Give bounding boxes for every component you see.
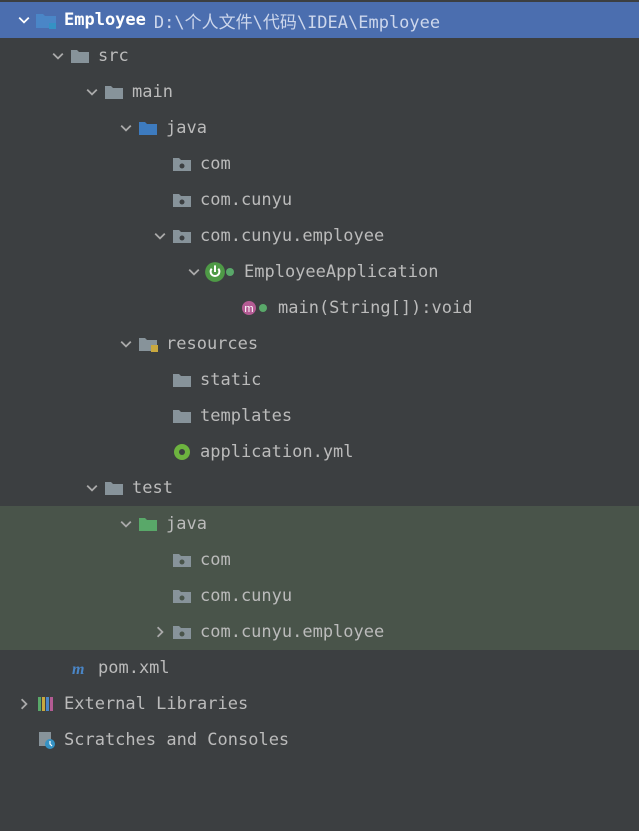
tree-node-java-test[interactable]: java: [0, 506, 639, 542]
static-label: static: [200, 370, 261, 390]
tree-node-test[interactable]: test: [0, 470, 639, 506]
templates-label: templates: [200, 406, 292, 426]
project-tree[interactable]: Employee D:\个人文件\代码\IDEA\Employee src ma…: [0, 0, 639, 758]
tree-node-java-main[interactable]: java: [0, 110, 639, 146]
src-label: src: [98, 46, 129, 66]
pkg-com-cunyu-employee-label: com.cunyu.employee: [200, 226, 384, 246]
folder-icon: [102, 84, 126, 100]
chevron-right-icon[interactable]: [150, 626, 170, 638]
package-icon: [170, 624, 194, 640]
spring-boot-class-icon: [204, 261, 238, 283]
libraries-icon: [34, 695, 58, 713]
svg-text:m: m: [72, 661, 84, 678]
root-path: D:\个人文件\代码\IDEA\Employee: [154, 8, 440, 33]
test-pkg-com-cunyu-label: com.cunyu: [200, 586, 292, 606]
svg-text:m: m: [244, 303, 253, 315]
tree-node-src[interactable]: src: [0, 38, 639, 74]
run-indicator-icon: [226, 268, 234, 276]
chevron-down-icon[interactable]: [150, 230, 170, 242]
ext-lib-label: External Libraries: [64, 694, 248, 714]
tree-node-resources[interactable]: resources: [0, 326, 639, 362]
tree-node-test-pkg-com-cunyu[interactable]: com.cunyu: [0, 578, 639, 614]
resources-label: resources: [166, 334, 258, 354]
chevron-right-icon[interactable]: [14, 698, 34, 710]
scratches-label: Scratches and Consoles: [64, 730, 289, 750]
tree-node-test-pkg-com[interactable]: com: [0, 542, 639, 578]
test-pkg-com-cunyu-employee-label: com.cunyu.employee: [200, 622, 384, 642]
chevron-down-icon[interactable]: [82, 86, 102, 98]
chevron-down-icon[interactable]: [48, 50, 68, 62]
pkg-com-cunyu-label: com.cunyu: [200, 190, 292, 210]
java-main-label: java: [166, 118, 207, 138]
package-icon: [170, 156, 194, 172]
run-indicator-icon: [259, 304, 267, 312]
pom-label: pom.xml: [98, 658, 170, 678]
tree-node-pkg-com[interactable]: com: [0, 146, 639, 182]
package-icon: [170, 552, 194, 568]
java-test-label: java: [166, 514, 207, 534]
test-label: test: [132, 478, 173, 498]
package-icon: [170, 588, 194, 604]
chevron-down-icon[interactable]: [184, 266, 204, 278]
method-icon: m: [238, 298, 272, 318]
method-main-label: main(String[]):void: [278, 298, 472, 318]
module-folder-icon: [34, 11, 58, 29]
class-employee-app-label: EmployeeApplication: [244, 262, 438, 282]
folder-icon: [170, 408, 194, 424]
tree-node-pkg-com-cunyu-employee[interactable]: com.cunyu.employee: [0, 218, 639, 254]
tree-node-method-main[interactable]: m main(String[]):void: [0, 290, 639, 326]
spring-config-icon: [170, 442, 194, 462]
chevron-down-icon[interactable]: [116, 338, 136, 350]
main-label: main: [132, 82, 173, 102]
tree-node-external-libraries[interactable]: External Libraries: [0, 686, 639, 722]
pkg-com-label: com: [200, 154, 231, 174]
resources-folder-icon: [136, 336, 160, 352]
app-yml-label: application.yml: [200, 442, 354, 462]
chevron-down-icon[interactable]: [82, 482, 102, 494]
chevron-down-icon[interactable]: [14, 14, 34, 26]
chevron-down-icon[interactable]: [116, 518, 136, 530]
tree-node-main[interactable]: main: [0, 74, 639, 110]
tree-node-pkg-com-cunyu[interactable]: com.cunyu: [0, 182, 639, 218]
package-icon: [170, 192, 194, 208]
scratches-icon: [34, 730, 58, 750]
folder-icon: [102, 480, 126, 496]
test-pkg-com-label: com: [200, 550, 231, 570]
tree-node-root[interactable]: Employee D:\个人文件\代码\IDEA\Employee: [0, 2, 639, 38]
folder-icon: [170, 372, 194, 388]
chevron-down-icon[interactable]: [116, 122, 136, 134]
folder-icon: [68, 48, 92, 64]
tree-node-scratches[interactable]: Scratches and Consoles: [0, 722, 639, 758]
tree-node-templates[interactable]: templates: [0, 398, 639, 434]
tree-node-pom[interactable]: m pom.xml: [0, 650, 639, 686]
root-label: Employee: [64, 10, 146, 30]
tree-node-test-pkg-com-cunyu-employee[interactable]: com.cunyu.employee: [0, 614, 639, 650]
maven-icon: m: [68, 658, 92, 678]
tree-node-app-yml[interactable]: application.yml: [0, 434, 639, 470]
test-source-folder-icon: [136, 516, 160, 532]
tree-node-static[interactable]: static: [0, 362, 639, 398]
tree-node-class-employee-app[interactable]: EmployeeApplication: [0, 254, 639, 290]
package-icon: [170, 228, 194, 244]
source-folder-icon: [136, 120, 160, 136]
